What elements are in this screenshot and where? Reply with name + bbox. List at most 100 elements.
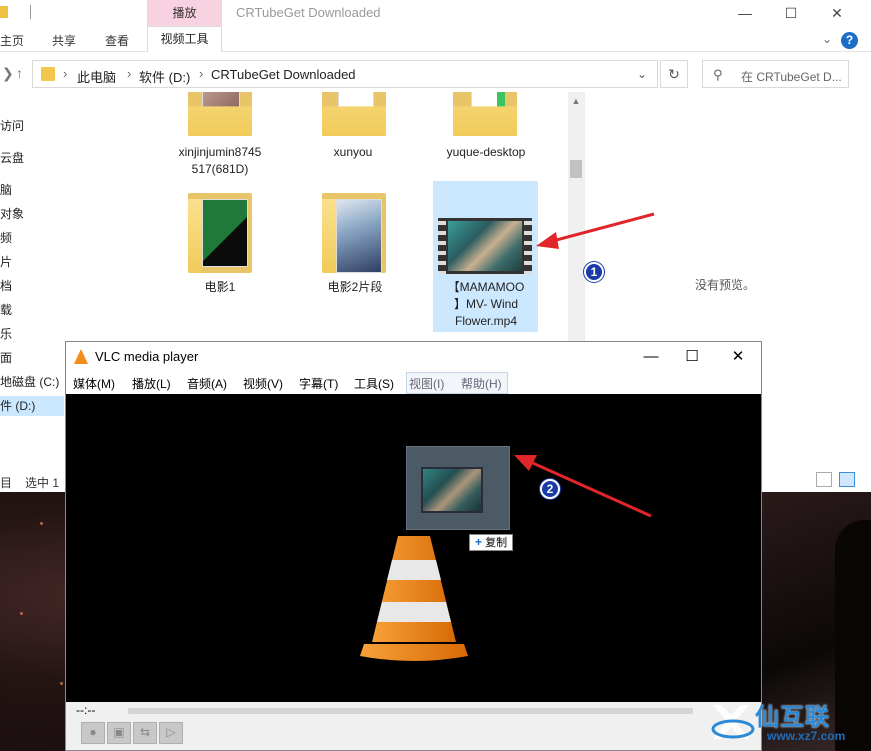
watermark-logo-icon: [711, 705, 755, 739]
address-row: ❯ ↑ › 此电脑 › 软件 (D:) › CRTubeGet Download…: [0, 56, 871, 92]
item-label: 【MAMAMOO: [447, 280, 525, 294]
breadcrumb-separator: ›: [199, 66, 204, 81]
vlc-menu-bar: 媒体(M) 播放(L) 音频(A) 视频(V) 字幕(T) 工具(S) 视图(I…: [66, 372, 761, 394]
seek-slider[interactable]: [128, 708, 693, 714]
tab-home[interactable]: 主页: [0, 32, 24, 49]
item-label: yuque-desktop: [446, 145, 526, 159]
list-item[interactable]: xunyou: [305, 144, 401, 161]
nav-item-videos[interactable]: 频: [0, 229, 12, 246]
vlc-window: VLC media player — ☐ ✕ 媒体(M) 播放(L) 音频(A)…: [65, 341, 762, 751]
drag-copy-tooltip: + 复制: [469, 534, 514, 551]
list-item[interactable]: 【MAMAMOO 】MV- Wind Flower.mp4: [436, 279, 536, 330]
nav-item-3d-objects[interactable]: 对象: [0, 205, 24, 222]
preview-message: 没有预览。: [695, 278, 756, 292]
site-watermark: 仙互联 www.xz7.com: [705, 693, 871, 751]
nav-item-cloud-drive[interactable]: 云盘: [0, 149, 24, 166]
vlc-controls: --:-- ● ▣ ⇆ ▷: [66, 702, 761, 750]
back-arrow-icon[interactable]: ❯: [2, 65, 14, 82]
chevron-down-icon[interactable]: ⌄: [822, 32, 832, 46]
copy-label: 复制: [485, 537, 508, 549]
item-count: 目: [0, 476, 13, 490]
close-button[interactable]: ✕: [814, 2, 860, 24]
nav-item-drive-c[interactable]: 地磁盘 (C:): [0, 373, 59, 390]
item-label: 517(681D): [191, 162, 249, 176]
elapsed-time: --:--: [76, 703, 96, 717]
folder-icon: [41, 67, 55, 81]
explorer-title-bar: 播放 CRTubeGet Downloaded — ☐ ✕: [0, 0, 871, 26]
nav-item-pictures[interactable]: 片: [0, 253, 12, 270]
details-view-button[interactable]: [816, 472, 832, 487]
vlc-cone-logo: [360, 536, 468, 661]
large-icons-view-button[interactable]: [839, 472, 855, 487]
frame-step-button[interactable]: ▷: [159, 722, 183, 744]
menu-video[interactable]: 视频(V): [243, 375, 283, 392]
scroll-up-icon[interactable]: ▲: [568, 96, 584, 106]
plus-icon: +: [475, 535, 483, 549]
address-bar[interactable]: › 此电脑 › 软件 (D:) › CRTubeGet Downloaded ⌄: [32, 60, 658, 88]
nav-item-this-pc[interactable]: 脑: [0, 181, 12, 198]
list-item[interactable]: yuque-desktop: [431, 144, 541, 161]
nav-item-quick-access[interactable]: 访问: [0, 117, 24, 134]
search-placeholder: 在 CRTubeGet D...: [741, 70, 842, 84]
nav-item-music[interactable]: 乐: [0, 325, 12, 342]
snapshot-button[interactable]: ▣: [107, 722, 131, 744]
nav-item-drive-d[interactable]: 件 (D:): [0, 396, 64, 416]
window-title: CRTubeGet Downloaded: [236, 5, 381, 20]
maximize-button[interactable]: ☐: [672, 346, 712, 368]
annotation-badge-1: 1: [584, 262, 604, 282]
menu-media[interactable]: 媒体(M): [73, 375, 115, 392]
breadcrumb-drive-d[interactable]: 软件 (D:): [139, 67, 190, 86]
annotation-badge-2: 2: [540, 479, 560, 499]
nav-item-downloads[interactable]: 载: [0, 301, 12, 318]
menu-subtitle[interactable]: 字幕(T): [299, 375, 338, 392]
vlc-cone-icon: [74, 349, 88, 364]
breadcrumb-this-pc[interactable]: 此电脑: [77, 67, 116, 86]
list-item[interactable]: xinjinjumin8745 517(681D): [160, 144, 280, 178]
minimize-button[interactable]: —: [631, 346, 671, 368]
video-file-icon: [438, 218, 532, 274]
nav-item-documents[interactable]: 档: [0, 277, 12, 294]
up-arrow-icon[interactable]: ↑: [16, 65, 23, 81]
search-icon: ⚲: [713, 67, 723, 82]
close-button[interactable]: ✕: [718, 346, 758, 368]
list-item[interactable]: 电影2片段: [305, 279, 405, 296]
chevron-down-icon[interactable]: ⌄: [637, 67, 647, 81]
record-button[interactable]: ●: [81, 722, 105, 744]
search-input[interactable]: ⚲ 在 CRTubeGet D...: [702, 60, 849, 88]
menu-help[interactable]: 帮助(H): [461, 375, 502, 392]
folder-icon: [0, 6, 8, 18]
menu-playback[interactable]: 播放(L): [132, 375, 171, 392]
item-label: xinjinjumin8745: [178, 145, 262, 159]
contextual-tab-group: 播放: [147, 0, 222, 26]
tab-video-tools[interactable]: 视频工具: [147, 26, 222, 52]
item-label: Flower.mp4: [454, 314, 518, 328]
divider: [30, 5, 31, 19]
help-icon[interactable]: ?: [841, 32, 858, 49]
item-label: 电影1: [204, 280, 236, 294]
loop-ab-button[interactable]: ⇆: [133, 722, 157, 744]
watermark-url: www.xz7.com: [767, 729, 846, 743]
vlc-title-bar: VLC media player — ☐ ✕: [66, 342, 761, 372]
ribbon-tabs: 主页 共享 查看 视频工具 ⌄: [0, 26, 871, 52]
breadcrumb-separator: ›: [127, 66, 132, 81]
refresh-button[interactable]: ↻: [660, 60, 688, 88]
list-item[interactable]: 电影1: [180, 279, 260, 296]
item-label: 电影2片段: [327, 280, 383, 294]
item-label: xunyou: [333, 145, 373, 159]
breadcrumb-current-folder[interactable]: CRTubeGet Downloaded: [211, 67, 356, 82]
tab-share[interactable]: 共享: [52, 32, 76, 49]
tab-view[interactable]: 查看: [105, 32, 129, 49]
nav-item-desktop[interactable]: 面: [0, 349, 12, 366]
watermark-name: 仙互联: [755, 703, 830, 731]
menu-tools[interactable]: 工具(S): [354, 375, 394, 392]
menu-view[interactable]: 视图(I): [409, 375, 444, 392]
window-title: VLC media player: [95, 349, 199, 364]
scroll-thumb[interactable]: [570, 160, 582, 178]
selected-count: 选中 1: [25, 476, 60, 490]
menu-audio[interactable]: 音频(A): [187, 375, 227, 392]
vlc-video-area[interactable]: + 复制: [66, 394, 761, 702]
item-label: 】MV- Wind: [453, 297, 518, 311]
drag-preview: [406, 446, 510, 530]
minimize-button[interactable]: —: [722, 2, 768, 24]
maximize-button[interactable]: ☐: [768, 2, 814, 24]
